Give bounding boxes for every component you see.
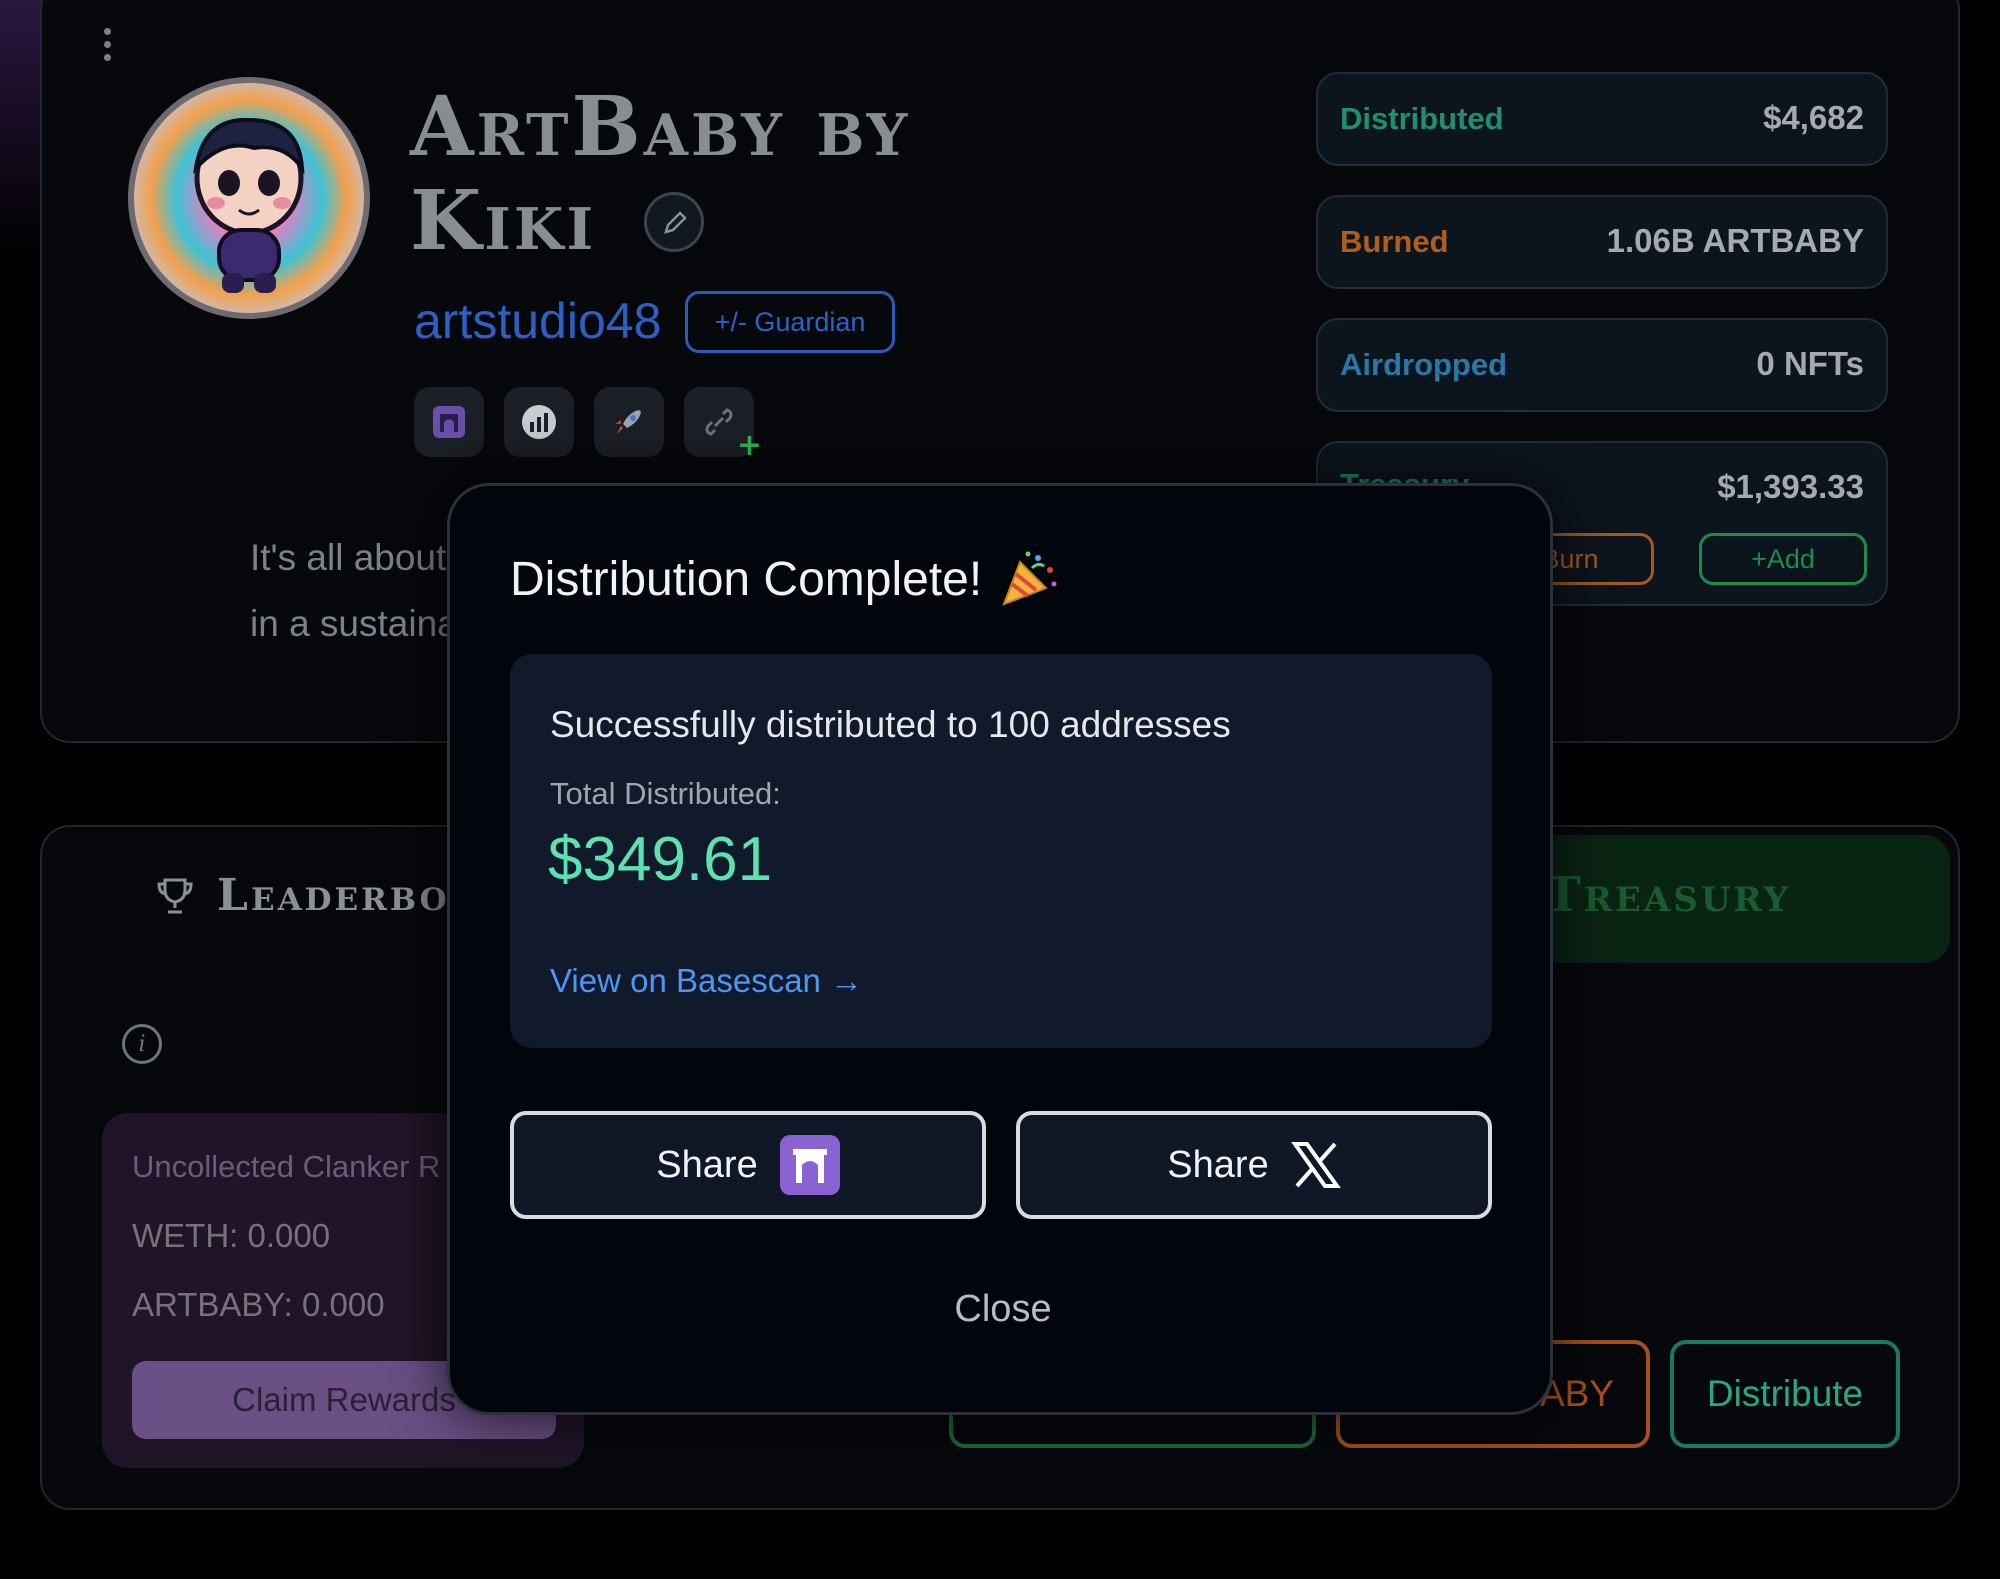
dialog-title-text: Distribution Complete! bbox=[510, 552, 983, 606]
info-icon[interactable]: i bbox=[122, 1024, 162, 1064]
tab-leaderboard-label: Leaderbo bbox=[217, 870, 450, 921]
social-links: + bbox=[414, 387, 762, 463]
distribution-result-panel: Successfully distributed to 100 addresse… bbox=[510, 654, 1492, 1048]
rewards-title: Uncollected Clanker R bbox=[132, 1149, 441, 1184]
stat-value: $1,393.33 bbox=[1717, 468, 1864, 505]
total-distributed-value: $349.61 bbox=[548, 825, 773, 894]
success-message: Successfully distributed to 100 addresse… bbox=[550, 704, 1231, 745]
distribution-complete-dialog: Distribution Complete! Successfully dist… bbox=[447, 483, 1553, 1415]
bio-line: in a sustaina bbox=[250, 603, 458, 644]
treasury-add-button[interactable]: +Add bbox=[1699, 533, 1867, 585]
share-x-button[interactable]: Share bbox=[1016, 1111, 1492, 1219]
share-farcaster-button[interactable]: Share bbox=[510, 1111, 986, 1219]
stat-value: 1.06B ARTBABY bbox=[1606, 222, 1864, 259]
stat-label: Burned bbox=[1340, 224, 1449, 259]
share-x-label: Share bbox=[1167, 1143, 1269, 1186]
collection-title: ArtBaby by Kiki bbox=[410, 79, 911, 269]
close-button[interactable]: Close bbox=[923, 1279, 1083, 1339]
stat-airdropped: Airdropped 0 NFTs bbox=[1316, 318, 1888, 412]
farcaster-link-icon[interactable] bbox=[414, 387, 484, 457]
x-logo-icon bbox=[1290, 1142, 1341, 1188]
avatar bbox=[128, 77, 370, 319]
guardian-button[interactable]: +/- Guardian bbox=[685, 291, 895, 353]
username-link[interactable]: artstudio48 bbox=[414, 292, 661, 350]
view-on-basescan-link[interactable]: View on Basescan → bbox=[550, 962, 863, 1000]
bio-line: It's all about bbox=[250, 537, 447, 578]
bio-text: It's all about in a sustaina bbox=[250, 525, 458, 657]
more-options-icon[interactable] bbox=[100, 28, 114, 68]
stat-label: Airdropped bbox=[1340, 347, 1508, 382]
party-popper-icon bbox=[1002, 551, 1057, 606]
edit-title-button[interactable] bbox=[644, 192, 704, 252]
dialog-title: Distribution Complete! bbox=[510, 548, 1060, 610]
rewards-artbaby: ARTBABY: 0.000 bbox=[132, 1286, 385, 1323]
distribute-button[interactable]: Distribute bbox=[1670, 1340, 1900, 1448]
share-farcaster-label: Share bbox=[656, 1143, 758, 1186]
pencil-icon bbox=[664, 211, 687, 234]
total-distributed-label: Total Distributed: bbox=[550, 776, 781, 811]
rocket-link-icon[interactable] bbox=[594, 387, 664, 457]
stat-value: $4,682 bbox=[1763, 99, 1864, 136]
farcaster-icon bbox=[779, 1135, 840, 1195]
rewards-weth: WETH: 0.000 bbox=[132, 1217, 331, 1254]
tab-treasury-label: Treasury bbox=[1545, 867, 1791, 923]
stat-value: 0 NFTs bbox=[1756, 345, 1864, 382]
tab-leaderboard[interactable]: Leaderbo bbox=[155, 870, 450, 921]
stat-distributed: Distributed $4,682 bbox=[1316, 72, 1888, 166]
add-link-icon[interactable]: + bbox=[684, 387, 762, 463]
stat-label: Distributed bbox=[1340, 101, 1504, 136]
chart-link-icon[interactable] bbox=[504, 387, 574, 457]
stat-burned: Burned 1.06B ARTBABY bbox=[1316, 195, 1888, 289]
trophy-icon bbox=[157, 878, 193, 913]
